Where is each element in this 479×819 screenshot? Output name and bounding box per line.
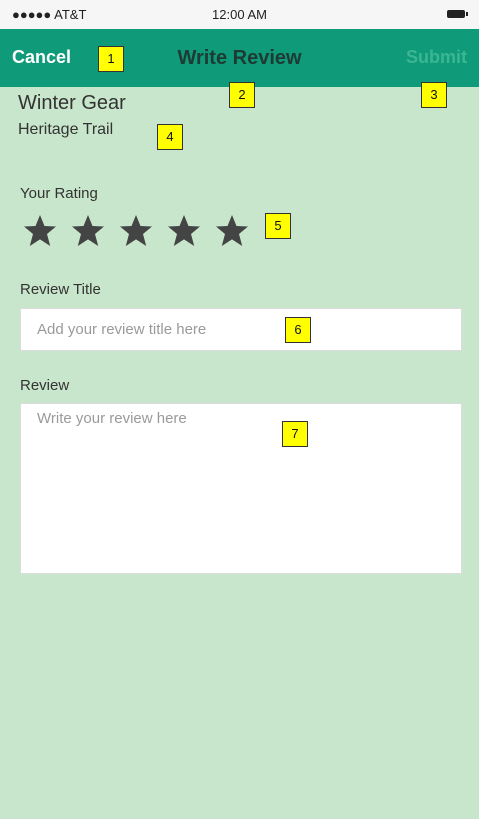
review-textarea[interactable] [20, 403, 462, 574]
annotation-badge-2: 2 [229, 82, 255, 108]
annotation-badge-1: 1 [98, 46, 124, 72]
review-title-input[interactable] [20, 308, 462, 351]
product-name: Winter Gear [18, 92, 126, 114]
annotation-badge-7: 7 [282, 421, 308, 447]
review-label: Review [20, 377, 70, 394]
annotation-badge-6: 6 [285, 317, 311, 343]
star-icon[interactable] [214, 213, 250, 249]
star-icon[interactable] [22, 213, 58, 249]
annotation-badge-5: 5 [265, 213, 291, 239]
annotation-badge-3: 3 [421, 82, 447, 108]
submit-button[interactable]: Submit [406, 47, 467, 68]
star-rating [22, 213, 262, 249]
star-icon[interactable] [70, 213, 106, 249]
review-title-label: Review Title [20, 281, 101, 298]
product-subtitle: Heritage Trail [18, 121, 114, 138]
annotation-badge-4: 4 [157, 124, 183, 150]
battery-icon [447, 10, 468, 18]
star-icon[interactable] [118, 213, 154, 249]
status-bar: ●●●●● AT&T 12:00 AM [0, 0, 479, 29]
star-icon[interactable] [166, 213, 202, 249]
nav-bar: Cancel Write Review Submit [0, 29, 479, 87]
status-time: 12:00 AM [212, 7, 267, 22]
rating-label: Your Rating [20, 185, 98, 202]
